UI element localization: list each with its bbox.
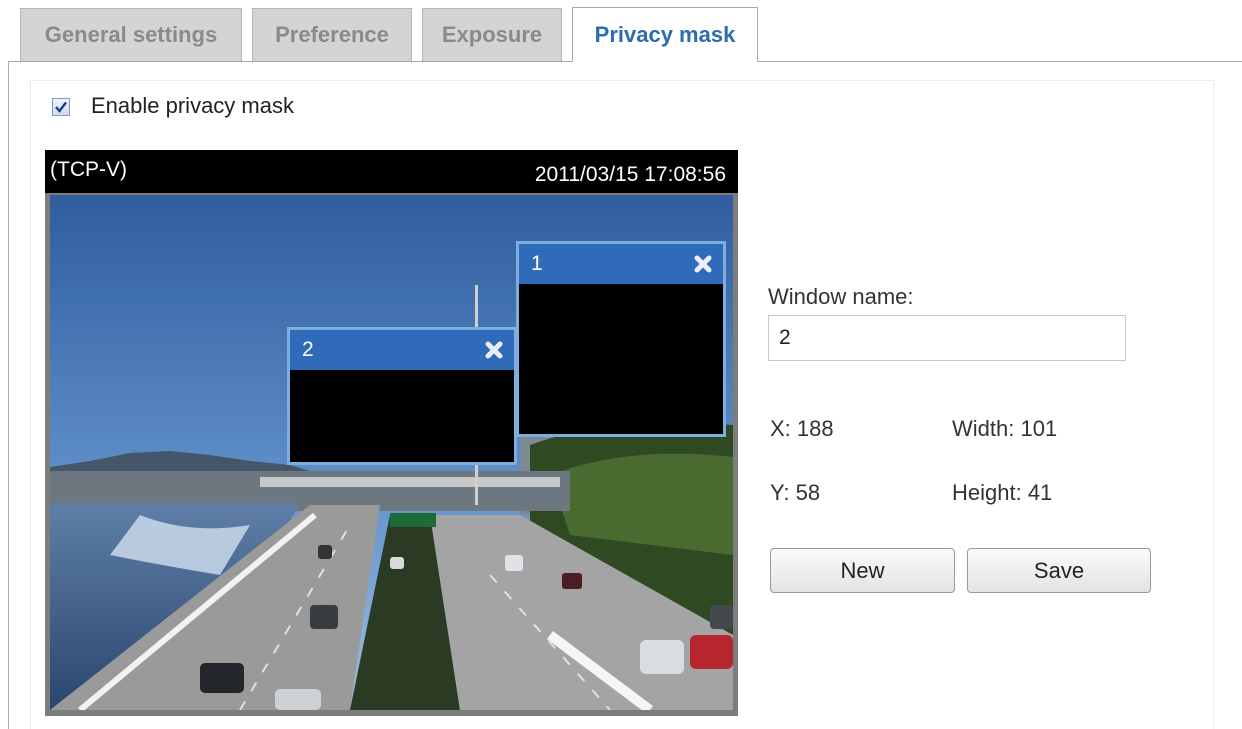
tab-general-settings[interactable]: General settings [20,8,242,61]
mask-window-number: 2 [302,338,314,361]
save-button[interactable]: Save [967,548,1151,593]
video-timestamp: 2011/03/15 17:08:56 [534,163,726,186]
privacy-mask-window-2[interactable]: 2 [287,327,517,465]
video-stream-name: (TCP-V) [50,158,127,181]
mask-window-header[interactable]: 2 [290,330,514,370]
mask-window-header[interactable]: 1 [519,244,723,284]
tab-exposure[interactable]: Exposure [422,8,562,61]
close-icon[interactable] [484,340,504,360]
video-viewer: (TCP-V) 2011/03/15 17:08:56 1 2 [45,150,738,716]
y-value: Y: 58 [770,480,821,505]
content-frame-border [8,62,9,729]
new-button[interactable]: New [770,548,955,593]
tab-preference[interactable]: Preference [252,8,412,61]
camera-image: 1 2 [50,195,733,710]
enable-privacy-mask-checkbox[interactable] [52,98,70,116]
x-value: X: 188 [770,416,834,441]
tab-bar: General settings Preference Exposure Pri… [0,0,1242,62]
privacy-mask-window-1[interactable]: 1 [516,241,726,437]
window-name-input[interactable] [768,315,1126,361]
window-name-label: Window name: [768,284,914,309]
checkmark-icon [55,101,67,113]
height-value: Height: 41 [952,480,1053,505]
enable-privacy-mask-label: Enable privacy mask [91,93,294,118]
tab-privacy-mask[interactable]: Privacy mask [572,7,758,62]
width-value: Width: 101 [952,416,1058,441]
mask-window-number: 1 [531,252,543,275]
close-icon[interactable] [693,254,713,274]
video-title-bar: (TCP-V) 2011/03/15 17:08:56 [45,150,738,193]
